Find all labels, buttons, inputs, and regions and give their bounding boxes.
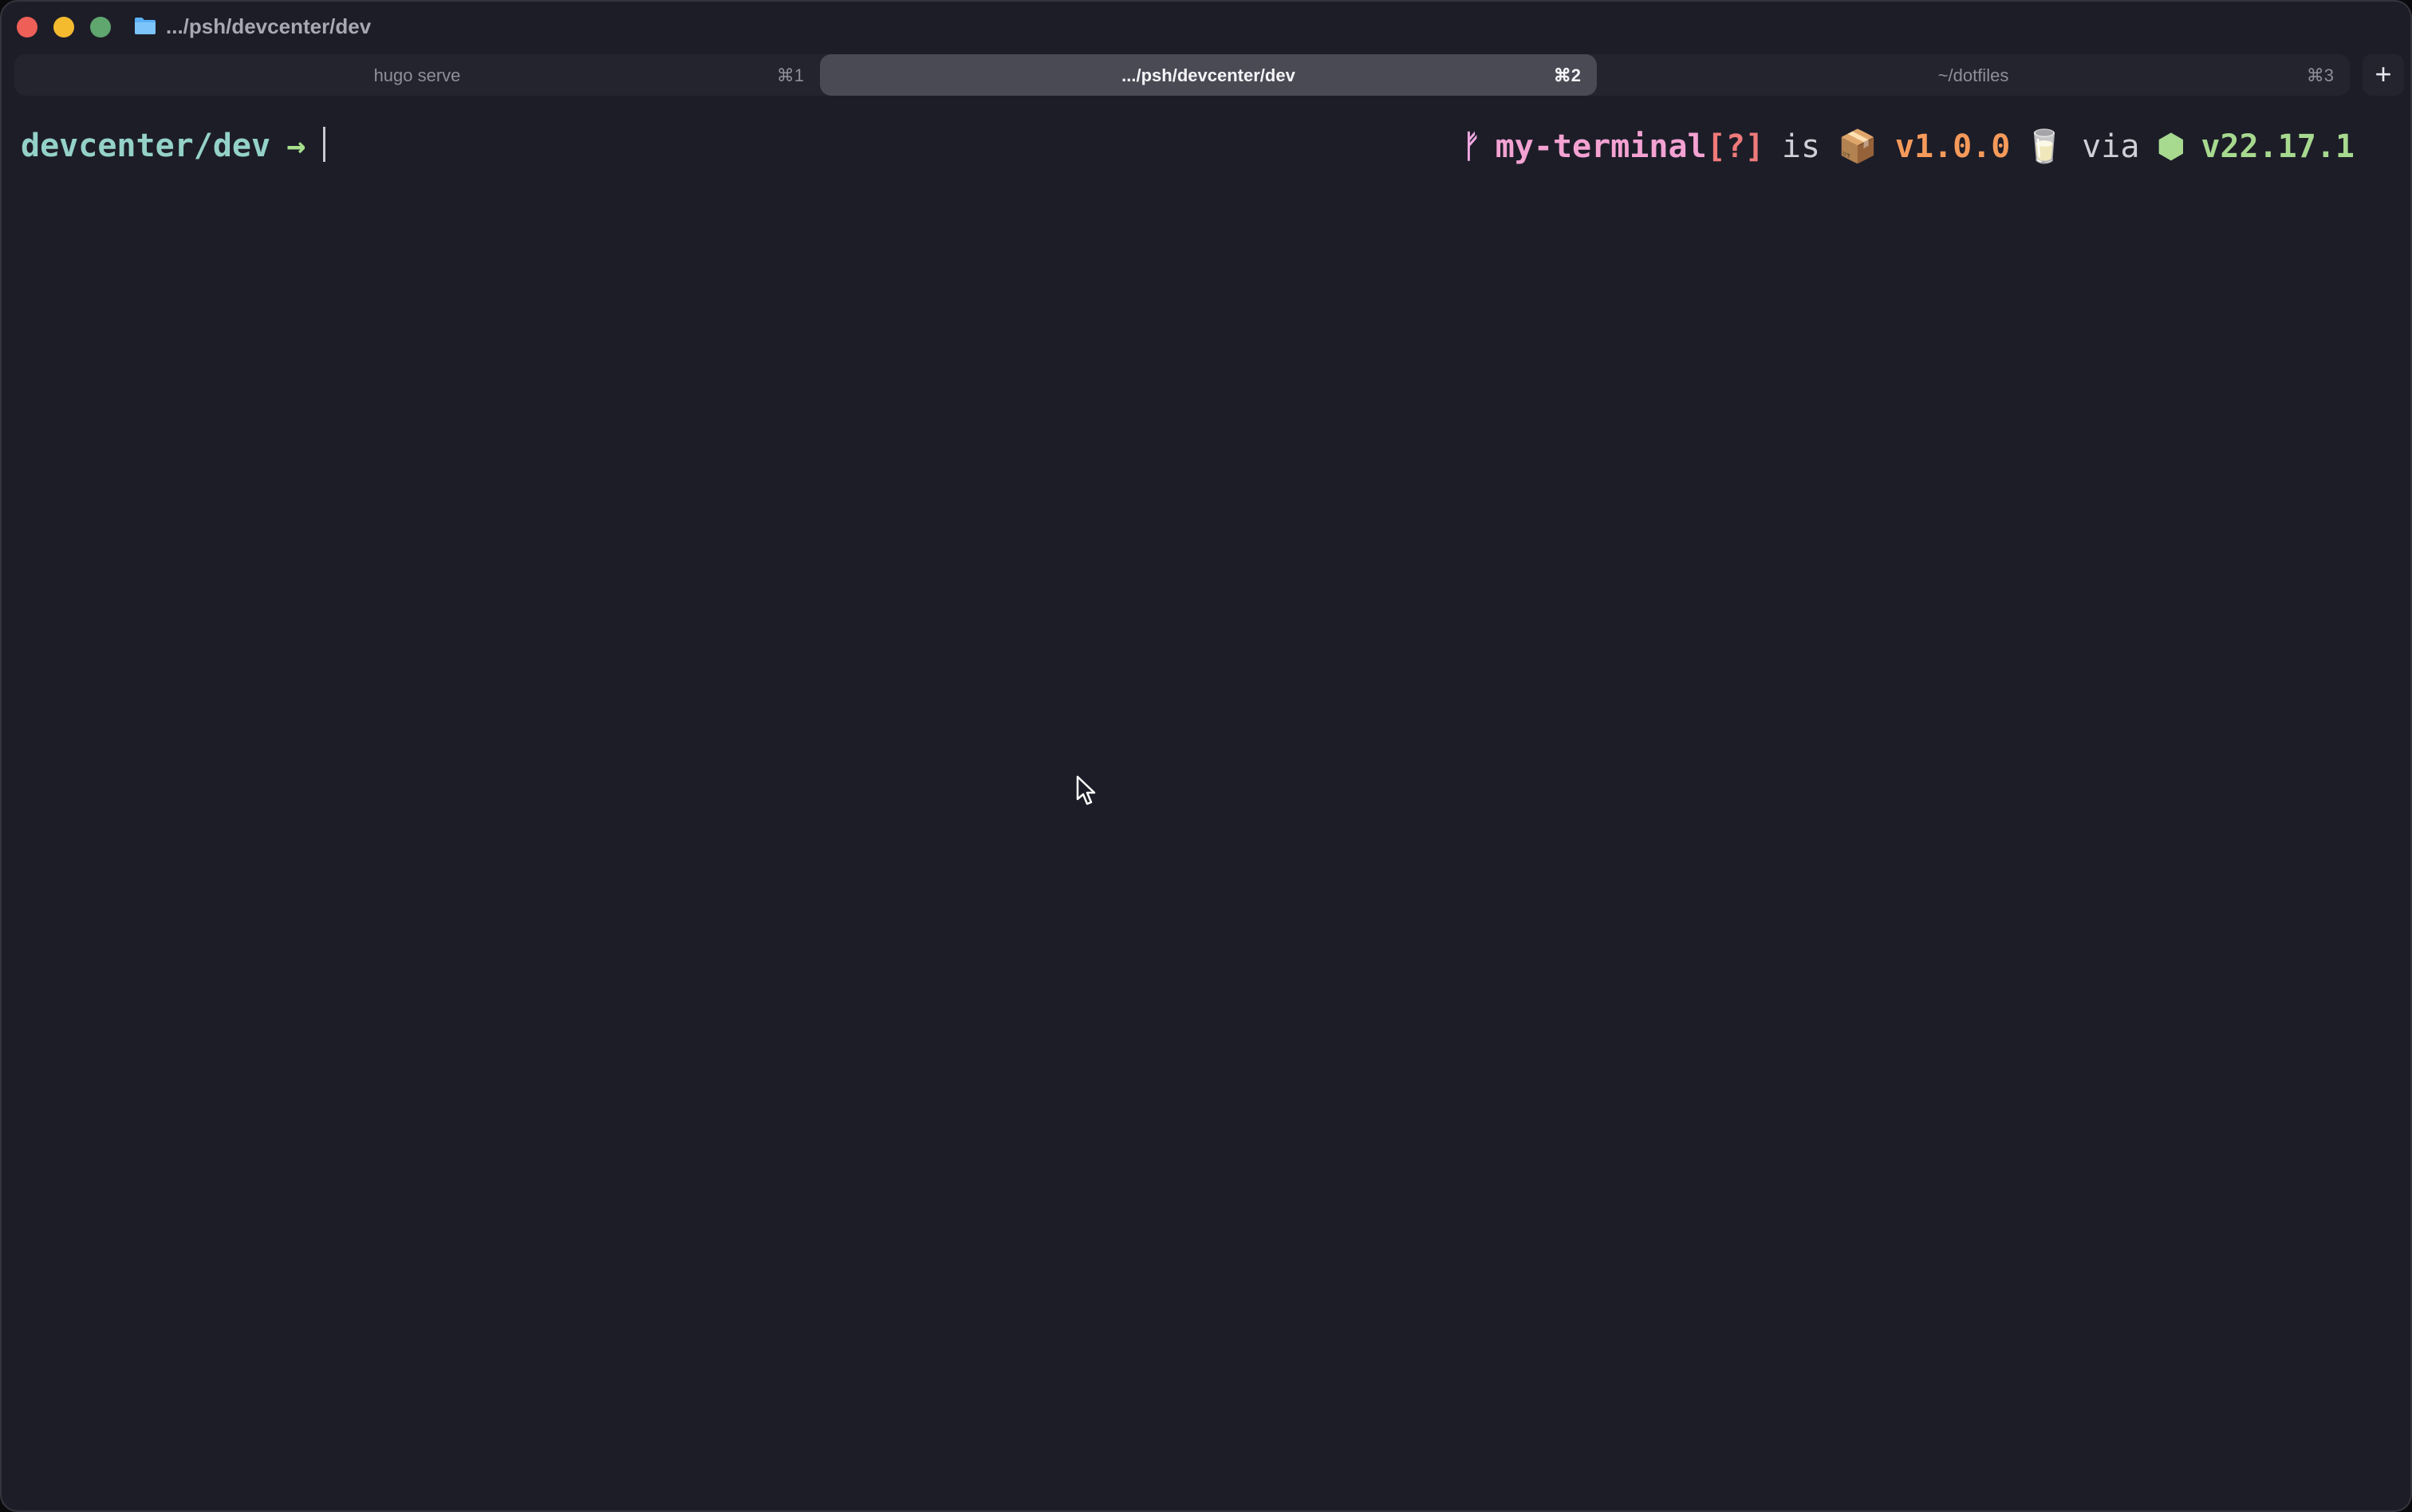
title-bar[interactable]: .../psh/devcenter/dev (2, 2, 2410, 51)
prompt-left: devcenter/dev → (21, 127, 326, 165)
text-cursor (323, 127, 326, 162)
tab-label: .../psh/devcenter/dev (1121, 65, 1295, 85)
tab-devcenter-dev[interactable]: .../psh/devcenter/dev ⌘2 (820, 54, 1597, 96)
tab-label: hugo serve (373, 65, 461, 85)
folder-icon (135, 18, 156, 34)
terminal-window: .../psh/devcenter/dev hugo serve ⌘1 .../… (0, 0, 2412, 1512)
tab-shortcut: ⌘3 (2306, 65, 2334, 85)
window-title: .../psh/devcenter/dev (166, 14, 372, 38)
tab-shortcut: ⌘2 (1553, 65, 1581, 85)
tab-bar: hugo serve ⌘1 .../psh/devcenter/dev ⌘2 ~… (14, 54, 2350, 96)
tab-shortcut: ⌘1 (776, 65, 804, 85)
git-repo-name: my-terminal (1495, 128, 1707, 165)
package-version: v1.0.0 (1894, 128, 2011, 165)
prompt-cwd: devcenter/dev (21, 128, 271, 164)
terminal-pane[interactable]: devcenter/dev → ᚠ my-terminal [?] is 📦 v1… (2, 104, 2410, 1510)
node-version: v22.17.1 (2201, 128, 2355, 165)
minimize-window-button[interactable] (53, 17, 74, 37)
git-status: [?] (1706, 128, 1764, 165)
nodejs-icon: ⬢ (2157, 128, 2185, 165)
new-tab-button[interactable]: + (2363, 54, 2404, 96)
mouse-pointer-icon (1076, 775, 1096, 805)
prompt-is-word: is (1781, 128, 1821, 165)
tab-label: ~/dotfiles (1937, 65, 2009, 85)
bun-runtime-icon: 🥛 (2024, 128, 2065, 165)
prompt-via-word: via (2082, 128, 2140, 165)
prompt-arrow-icon: → (286, 128, 306, 164)
git-branch-icon: ᚠ (1461, 128, 1481, 165)
package-icon: 📦 (1838, 128, 1878, 165)
close-window-button[interactable] (17, 17, 37, 37)
tab-dotfiles[interactable]: ~/dotfiles ⌘3 (1597, 54, 2350, 96)
prompt-right: ᚠ my-terminal [?] is 📦 v1.0.0 🥛 via ⬢ v2… (1461, 128, 2355, 166)
tab-hugo-serve[interactable]: hugo serve ⌘1 (14, 54, 820, 96)
zoom-window-button[interactable] (90, 17, 111, 37)
